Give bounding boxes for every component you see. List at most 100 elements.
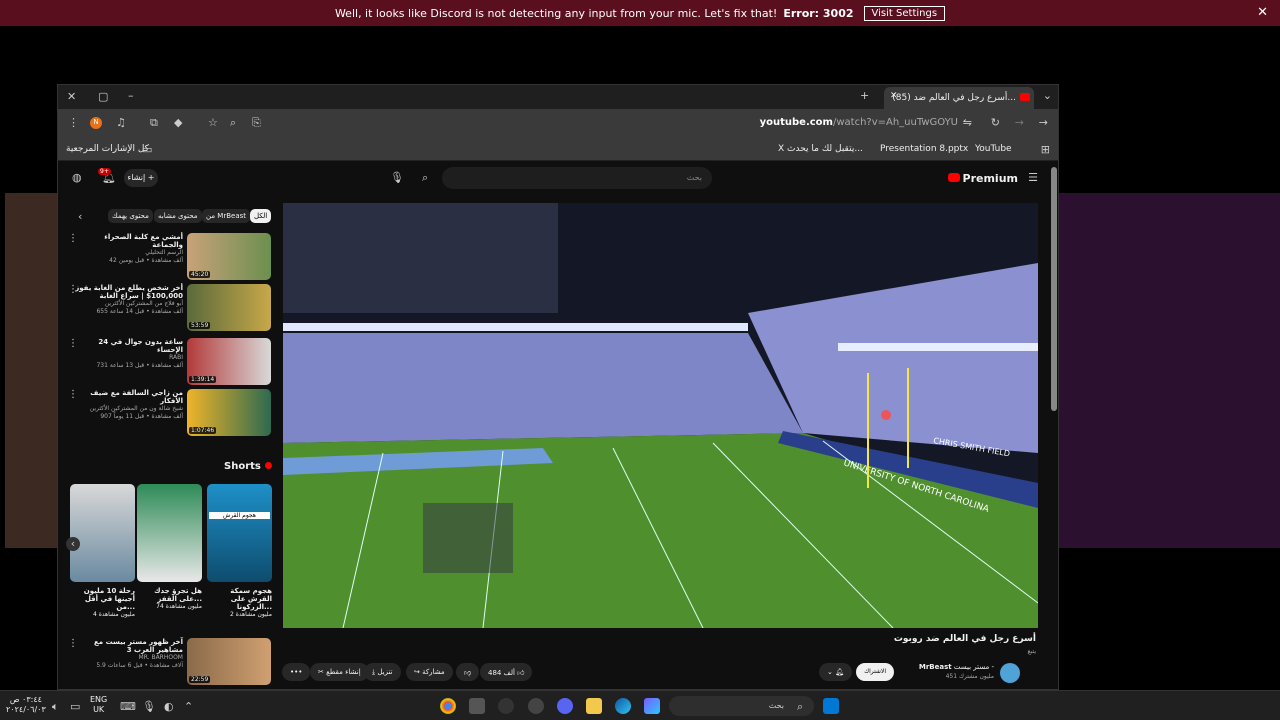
visit-settings-button[interactable]: Visit Settings	[863, 5, 946, 21]
subscribe-button[interactable]: الاشتراك	[856, 663, 894, 681]
short-thumbnail[interactable]	[137, 484, 202, 582]
dislike-button[interactable]: 👎︎	[456, 663, 480, 681]
media-control-icon[interactable]: ♫	[116, 117, 126, 128]
obs-icon[interactable]	[498, 698, 514, 714]
hamburger-menu-icon[interactable]: ☰	[1028, 172, 1038, 183]
bookmark-x[interactable]: X يتقبل لك ما يحدث...	[778, 144, 863, 154]
notify-bell-dropdown[interactable]: ⌄ 🔔︎	[819, 663, 852, 681]
menu-dots-icon[interactable]: ⋮	[68, 117, 79, 128]
windows-start-icon[interactable]	[823, 698, 839, 714]
short-thumbnail[interactable]	[70, 484, 135, 582]
channel-info[interactable]: MrBeast مستر بيست - 451 مليون مشترك	[919, 663, 994, 681]
chip-similar[interactable]: محتوى مشابه	[154, 209, 202, 223]
tab-strip: ✕ ▢ – + ✕ (85) أسرع رجل في العالم ضد... …	[58, 85, 1058, 109]
new-tab-icon[interactable]: +	[860, 90, 869, 101]
related-video[interactable]: ⋮ أخر شخص يطلع من الغابة يفوز 100,000$ |…	[66, 284, 271, 332]
voice-search-icon[interactable]: 🎙︎	[390, 172, 404, 183]
edge-icon[interactable]	[615, 698, 631, 714]
channel-avatar[interactable]	[1000, 663, 1020, 683]
like-button[interactable]: 484 ألف 👍︎	[480, 663, 533, 681]
window-close-icon[interactable]: ✕	[67, 91, 76, 102]
tray-app-icon[interactable]: ◐	[164, 701, 174, 712]
youtube-favicon-icon	[1020, 93, 1030, 101]
zoom-icon[interactable]: ⌕	[230, 117, 236, 128]
more-actions-button[interactable]: •••	[282, 663, 311, 681]
banner-error-code: Error: 3002	[783, 6, 854, 20]
tab-youtube[interactable]: ✕ (85) أسرع رجل في العالم ضد...	[884, 87, 1034, 109]
related-title: 24 ساعة بدون جوال في الإحساء	[98, 338, 183, 354]
page-scrollbar[interactable]	[1051, 167, 1057, 411]
extensions-icon[interactable]: ⧉	[150, 117, 158, 128]
keyboard-icon[interactable]: ⌨	[120, 701, 136, 712]
related-thumbnail[interactable]: 53:59	[187, 284, 271, 331]
search-button-icon[interactable]: ⌕	[422, 172, 428, 183]
video-actions: ••• ✂ إنشاء مقطع ⤓ تنزيل ↪ مشاركة 👎︎ 484…	[282, 661, 1042, 683]
duration-badge: 53:59	[189, 322, 211, 329]
all-bookmarks-button[interactable]: كل الإشارات المرجعية	[66, 144, 149, 154]
search-input[interactable]: بحث	[442, 167, 712, 189]
apps-grid-icon[interactable]: ⊞	[1041, 144, 1050, 155]
related-video[interactable]: ⋮ من زاجي السالفة مع ضيف الأفكار شيخ شالة…	[66, 389, 271, 437]
profile-avatar[interactable]: N	[90, 117, 102, 129]
short-views: 4 مليون مشاهدة	[92, 611, 135, 618]
shorts-prev-icon[interactable]: ‹	[66, 537, 80, 551]
window-maximize-icon[interactable]: ▢	[98, 91, 108, 102]
related-channel: شيخ شالة ون من المشتركين الأكثرين	[89, 405, 183, 412]
discord-icon[interactable]	[557, 698, 573, 714]
download-button[interactable]: ⤓ تنزيل	[364, 663, 401, 681]
language-indicator[interactable]: ENG UK	[90, 695, 107, 715]
bookmark-youtube[interactable]: YouTube	[975, 144, 1012, 154]
chips-scroll-left-icon[interactable]: ‹	[78, 211, 82, 222]
related-video[interactable]: ⋮ أمشي مع كلبة الصحراء والجماعة الرسم الت…	[66, 233, 271, 281]
file-explorer-icon[interactable]	[586, 698, 602, 714]
site-settings-icon[interactable]: ⇋	[963, 117, 972, 128]
back-icon[interactable]: →	[1039, 117, 1048, 128]
copilot-icon[interactable]	[644, 698, 660, 714]
window-minimize-icon[interactable]: –	[128, 90, 134, 101]
account-avatar-icon[interactable]: ◍	[72, 172, 82, 183]
clock-date: ٢٠٢٤/٠٦/٠٣	[6, 705, 46, 714]
related-meta: من زاجي السالفة مع ضيف الأفكار شيخ شالة و…	[75, 389, 183, 421]
banner-close-icon[interactable]: ✕	[1257, 5, 1268, 20]
related-thumbnail[interactable]: 1:39:14	[187, 338, 271, 385]
url-field[interactable]: youtube.com/watch?v=Ah_uuTwGOYU	[760, 117, 958, 128]
youtube-header: ◍ 🔔︎ 9+ إنشاء + 🎙︎ ⌕ بحث Premium ☰	[58, 161, 1058, 197]
duration-badge: 22:59	[189, 676, 211, 683]
chrome-icon[interactable]	[440, 698, 456, 714]
short-thumbnail[interactable]: هجوم القرش	[207, 484, 272, 582]
related-channel: الرسم التحليلي	[145, 249, 183, 256]
system-clock[interactable]: ٠٣:٤٤ ص ٢٠٢٤/٠٦/٠٣	[6, 695, 46, 715]
install-app-icon[interactable]: ⎘	[252, 117, 261, 128]
video-player[interactable]: CHRIS SMITH FIELD UNIVERSITY OF NORTH CA…	[283, 203, 1038, 628]
download-label: تنزيل	[377, 668, 393, 676]
bookmark-presentation[interactable]: Presentation 8.pptx	[880, 144, 968, 154]
tab-close-icon[interactable]: ✕	[890, 91, 898, 101]
volume-icon[interactable]: 🔈︎	[52, 701, 59, 712]
create-button[interactable]: إنشاء +	[124, 169, 158, 187]
related-thumbnail[interactable]: 45:20	[187, 233, 271, 280]
microphone-icon[interactable]: 🎙︎	[142, 701, 156, 712]
extension-diamond-icon[interactable]: ◆	[174, 117, 182, 128]
tray-expand-icon[interactable]: ⌃	[184, 701, 193, 712]
chip-all[interactable]: الكل	[250, 209, 272, 223]
chip-for-you[interactable]: محتوى يهمك	[108, 209, 153, 223]
lang-code: ENG	[90, 695, 108, 704]
related-video[interactable]: ⋮ آخر ظهور مستر بيست مع مشاهير العرب 3 MR…	[66, 638, 271, 686]
bookmark-star-icon[interactable]: ☆	[208, 117, 218, 128]
related-thumbnail[interactable]: 1:07:46	[187, 389, 271, 436]
tab-search-chevron-icon[interactable]: ⌄	[1043, 90, 1052, 101]
clip-button[interactable]: ✂ إنشاء مقطع	[310, 663, 369, 681]
network-icon[interactable]: ▭	[70, 701, 80, 712]
store-icon[interactable]	[469, 698, 485, 714]
share-button[interactable]: ↪ مشاركة	[406, 663, 453, 681]
youtube-premium-logo[interactable]: Premium	[948, 172, 1018, 185]
short-views: 74 مليون مشاهدة	[156, 603, 202, 610]
related-video[interactable]: ⋮ 24 ساعة بدون جوال في الإحساء RABI 731 أل…	[66, 338, 271, 386]
forward-icon[interactable]: →	[1015, 117, 1024, 128]
chip-from-mrbeast[interactable]: من MrBeast	[202, 209, 251, 223]
taskbar-search[interactable]: بحث	[669, 696, 814, 716]
reload-icon[interactable]: ↻	[991, 117, 1000, 128]
bookmarks-bar: كل الإشارات المرجعية ▭ X يتقبل لك ما يحد…	[58, 137, 1058, 161]
settings-gear-icon[interactable]	[528, 698, 544, 714]
related-thumbnail[interactable]: 22:59	[187, 638, 271, 685]
